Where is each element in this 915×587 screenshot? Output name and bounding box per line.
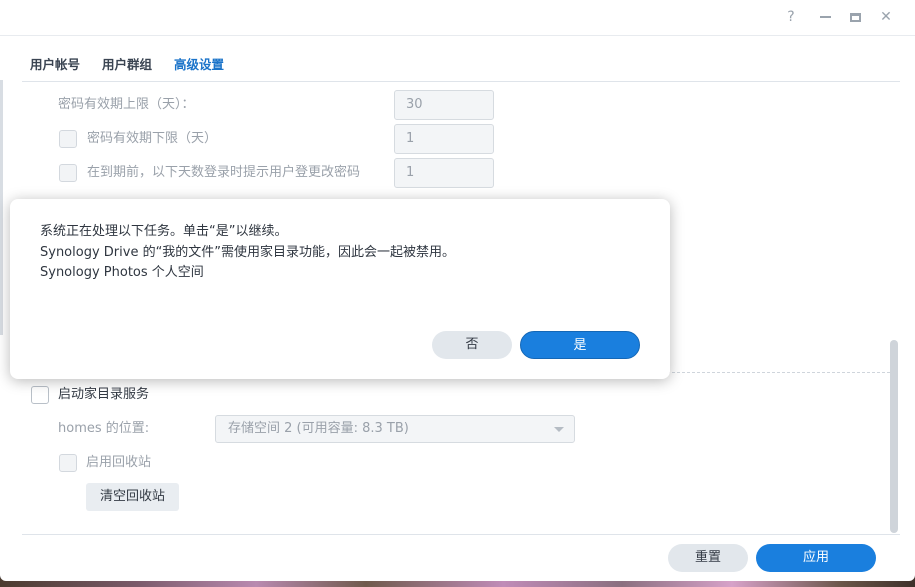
minimize-icon[interactable]	[814, 6, 836, 28]
clear-recycle-bin-button[interactable]: 清空回收站	[86, 483, 179, 511]
password-min-age-label: 密码有效期下限（天）	[87, 131, 218, 146]
homes-location-value: 存储空间 2 (可用容量: 8.3 TB)	[228, 421, 409, 436]
recycle-bin-checkbox[interactable]	[59, 454, 77, 472]
control-panel-window: ? ✕ 用户帐号 用户群组 高级设置 密码有效期上限（天）： 30 密码有效期下…	[0, 0, 915, 581]
password-max-age-label: 密码有效期上限（天）：	[58, 97, 195, 112]
password-notify-label: 在到期前，以下天数登录时提示用户登更改密码	[87, 165, 361, 180]
tab-advanced-settings[interactable]: 高级设置	[174, 54, 224, 73]
help-icon[interactable]: ?	[780, 6, 802, 28]
homes-location-row: homes 的位置: 存储空间 2 (可用容量: 8.3 TB)	[22, 414, 882, 444]
maximize-icon[interactable]	[844, 6, 866, 28]
password-min-age-row: 密码有效期下限（天） 1	[22, 124, 882, 154]
tab-user-groups[interactable]: 用户群组	[102, 54, 152, 73]
scrollbar[interactable]	[890, 340, 898, 533]
homes-location-select[interactable]: 存储空间 2 (可用容量: 8.3 TB)	[215, 415, 575, 443]
password-notify-checkbox[interactable]	[59, 164, 77, 182]
tab-user-accounts[interactable]: 用户帐号	[30, 54, 80, 73]
recycle-bin-label: 启用回收站	[86, 455, 152, 470]
no-button[interactable]: 否	[432, 331, 512, 359]
dialog-message-line-1: 系统正在处理以下任务。单击“是”以继续。	[40, 224, 288, 239]
tab-bar: 用户帐号 用户群组 高级设置	[22, 36, 900, 82]
close-icon[interactable]: ✕	[875, 6, 897, 28]
password-max-age-input[interactable]: 30	[394, 90, 494, 120]
reset-button[interactable]: 重置	[668, 544, 748, 572]
home-service-label: 启动家目录服务	[58, 387, 150, 402]
recycle-bin-row: 启用回收站	[22, 448, 882, 478]
password-min-age-checkbox[interactable]	[59, 130, 77, 148]
apply-button[interactable]: 应用	[756, 544, 876, 572]
dialog-message-line-3: Synology Photos 个人空间	[40, 265, 204, 280]
password-notify-row: 在到期前，以下天数登录时提示用户登更改密码 1	[22, 158, 882, 188]
homes-location-label: homes 的位置:	[58, 421, 150, 436]
title-bar: ? ✕	[0, 0, 915, 36]
home-service-checkbox[interactable]	[31, 386, 49, 404]
confirm-dialog: 系统正在处理以下任务。单击“是”以继续。 Synology Drive 的“我的…	[10, 199, 670, 379]
password-notify-input[interactable]: 1	[394, 158, 494, 188]
password-min-age-input[interactable]: 1	[394, 124, 494, 154]
yes-button[interactable]: 是	[520, 331, 640, 359]
password-max-age-row: 密码有效期上限（天）： 30	[22, 90, 882, 120]
chevron-down-icon	[554, 427, 564, 432]
sidebar-edge	[0, 80, 3, 335]
dialog-message-line-2: Synology Drive 的“我的文件”需使用家目录功能，因此会一起被禁用。	[40, 245, 456, 260]
footer: 重置 应用	[22, 534, 900, 581]
home-service-row: 启动家目录服务	[22, 380, 882, 410]
